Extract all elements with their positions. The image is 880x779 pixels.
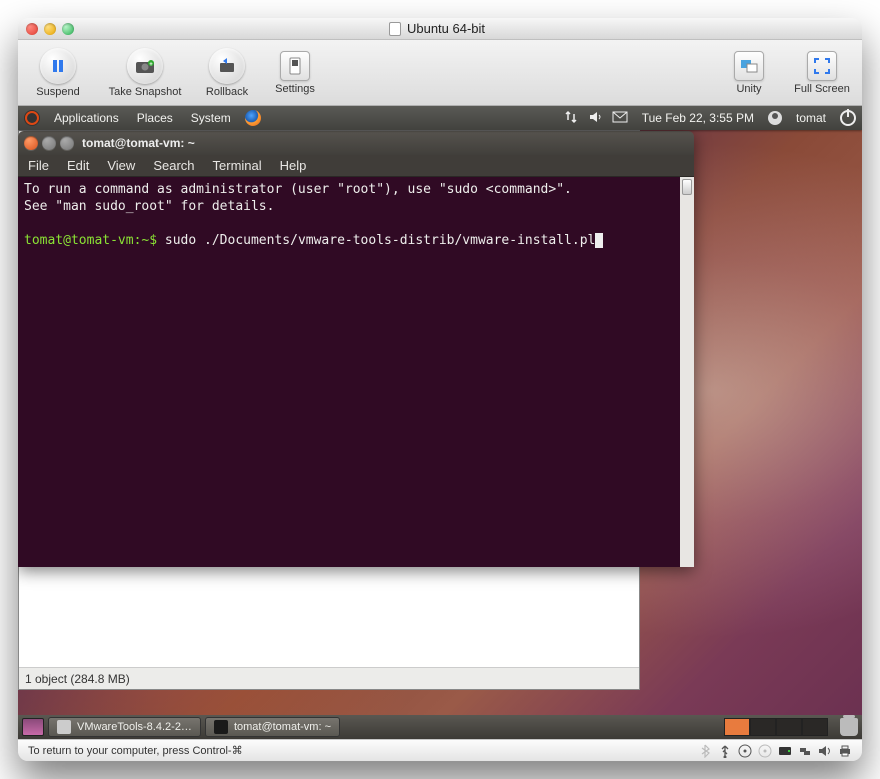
- svg-text:+: +: [149, 62, 153, 68]
- terminal-titlebar[interactable]: tomat@tomat-vm: ~: [18, 131, 694, 155]
- minimize-button[interactable]: [44, 23, 56, 35]
- terminal-line-1: To run a command as administrator (user …: [24, 182, 572, 197]
- switch-icon: [280, 51, 310, 81]
- taskbar-item-1-label: VMwareTools-8.4.2-2…: [77, 721, 192, 733]
- fullscreen-button[interactable]: Full Screen: [790, 51, 854, 95]
- vmware-toolbar: Suspend + Take Snapshot Rollback Setting…: [18, 40, 862, 106]
- mail-icon[interactable]: [612, 111, 628, 126]
- terminal-window[interactable]: tomat@tomat-vm: ~ File Edit View Search …: [18, 131, 694, 567]
- show-desktop-button[interactable]: [22, 718, 44, 736]
- archive-icon: [57, 720, 71, 734]
- terminal-menubar: File Edit View Search Terminal Help: [18, 155, 694, 177]
- suspend-label: Suspend: [36, 86, 79, 98]
- terminal-line-2: See "man sudo_root" for details.: [24, 199, 274, 214]
- camera-icon: +: [127, 48, 163, 84]
- ubuntu-logo-icon[interactable]: [24, 110, 40, 126]
- user-icon[interactable]: [768, 111, 782, 125]
- nautilus-status-text: 1 object (284.8 MB): [25, 672, 130, 686]
- workspace-switcher[interactable]: [724, 718, 828, 736]
- volume-icon[interactable]: [588, 110, 602, 127]
- pause-icon: [40, 48, 76, 84]
- terminal-command: sudo ./Documents/vmware-tools-distrib/vm…: [165, 233, 595, 248]
- terminal-menu-help[interactable]: Help: [280, 158, 307, 173]
- hdd-icon[interactable]: [778, 744, 792, 758]
- workspace-2[interactable]: [750, 718, 776, 736]
- terminal-minimize-button[interactable]: [42, 136, 56, 150]
- mac-titlebar: Ubuntu 64-bit: [18, 18, 862, 40]
- terminal-menu-edit[interactable]: Edit: [67, 158, 89, 173]
- suspend-button[interactable]: Suspend: [26, 48, 90, 98]
- terminal-menu-view[interactable]: View: [107, 158, 135, 173]
- gnome-top-panel: Applications Places System Tue Feb 22, 3…: [18, 106, 862, 130]
- vmware-statusbar: To return to your computer, press Contro…: [18, 739, 862, 761]
- places-menu[interactable]: Places: [133, 111, 177, 125]
- terminal-prompt: tomat@tomat-vm:~$: [24, 233, 165, 248]
- terminal-title-text: tomat@tomat-vm: ~: [82, 136, 195, 150]
- rollback-label: Rollback: [206, 86, 248, 98]
- unity-label: Unity: [736, 83, 761, 95]
- statusbar-hint: To return to your computer, press Contro…: [28, 744, 243, 757]
- network-status-icon[interactable]: [798, 744, 812, 758]
- settings-label: Settings: [275, 83, 315, 95]
- unity-button[interactable]: Unity: [722, 51, 776, 95]
- cd-icon[interactable]: [738, 744, 752, 758]
- applications-menu[interactable]: Applications: [50, 111, 123, 125]
- terminal-close-button[interactable]: [24, 136, 38, 150]
- unity-icon: [734, 51, 764, 81]
- terminal-menu-terminal[interactable]: Terminal: [213, 158, 262, 173]
- workspace-1[interactable]: [724, 718, 750, 736]
- rollback-icon: [209, 48, 245, 84]
- terminal-menu-search[interactable]: Search: [153, 158, 194, 173]
- fullscreen-label: Full Screen: [794, 83, 850, 95]
- taskbar-item-terminal[interactable]: tomat@tomat-vm: ~: [205, 717, 340, 737]
- printer-icon[interactable]: [838, 744, 852, 758]
- vm-doc-icon: [389, 22, 401, 36]
- user-menu[interactable]: tomat: [792, 111, 830, 125]
- cd2-icon[interactable]: [758, 744, 772, 758]
- usb-icon[interactable]: [718, 744, 732, 758]
- taskbar-item-vmwaretools[interactable]: VMwareTools-8.4.2-2…: [48, 717, 201, 737]
- terminal-scrollbar[interactable]: [680, 177, 694, 567]
- window-title: Ubuntu 64-bit: [407, 21, 485, 36]
- terminal-icon: [214, 720, 228, 734]
- settings-button[interactable]: Settings: [268, 51, 322, 95]
- network-icon[interactable]: [564, 110, 578, 127]
- workspace-4[interactable]: [802, 718, 828, 736]
- fullscreen-icon: [807, 51, 837, 81]
- gnome-bottom-panel: VMwareTools-8.4.2-2… tomat@tomat-vm: ~: [18, 715, 862, 739]
- zoom-button[interactable]: [62, 23, 74, 35]
- terminal-maximize-button[interactable]: [60, 136, 74, 150]
- guest-display[interactable]: Applications Places System Tue Feb 22, 3…: [18, 106, 862, 739]
- snapshot-label: Take Snapshot: [109, 86, 182, 98]
- snapshot-button[interactable]: + Take Snapshot: [104, 48, 186, 98]
- power-icon[interactable]: [840, 110, 856, 126]
- terminal-menu-file[interactable]: File: [28, 158, 49, 173]
- system-menu[interactable]: System: [187, 111, 235, 125]
- sound-status-icon[interactable]: [818, 744, 832, 758]
- bluetooth-icon[interactable]: [698, 744, 712, 758]
- clock[interactable]: Tue Feb 22, 3:55 PM: [638, 111, 758, 125]
- terminal-body[interactable]: To run a command as administrator (user …: [18, 177, 694, 567]
- nautilus-statusbar: 1 object (284.8 MB): [19, 667, 639, 689]
- firefox-icon[interactable]: [245, 110, 261, 126]
- workspace-3[interactable]: [776, 718, 802, 736]
- taskbar-item-2-label: tomat@tomat-vm: ~: [234, 721, 331, 733]
- rollback-button[interactable]: Rollback: [200, 48, 254, 98]
- trash-icon[interactable]: [840, 718, 858, 736]
- close-button[interactable]: [26, 23, 38, 35]
